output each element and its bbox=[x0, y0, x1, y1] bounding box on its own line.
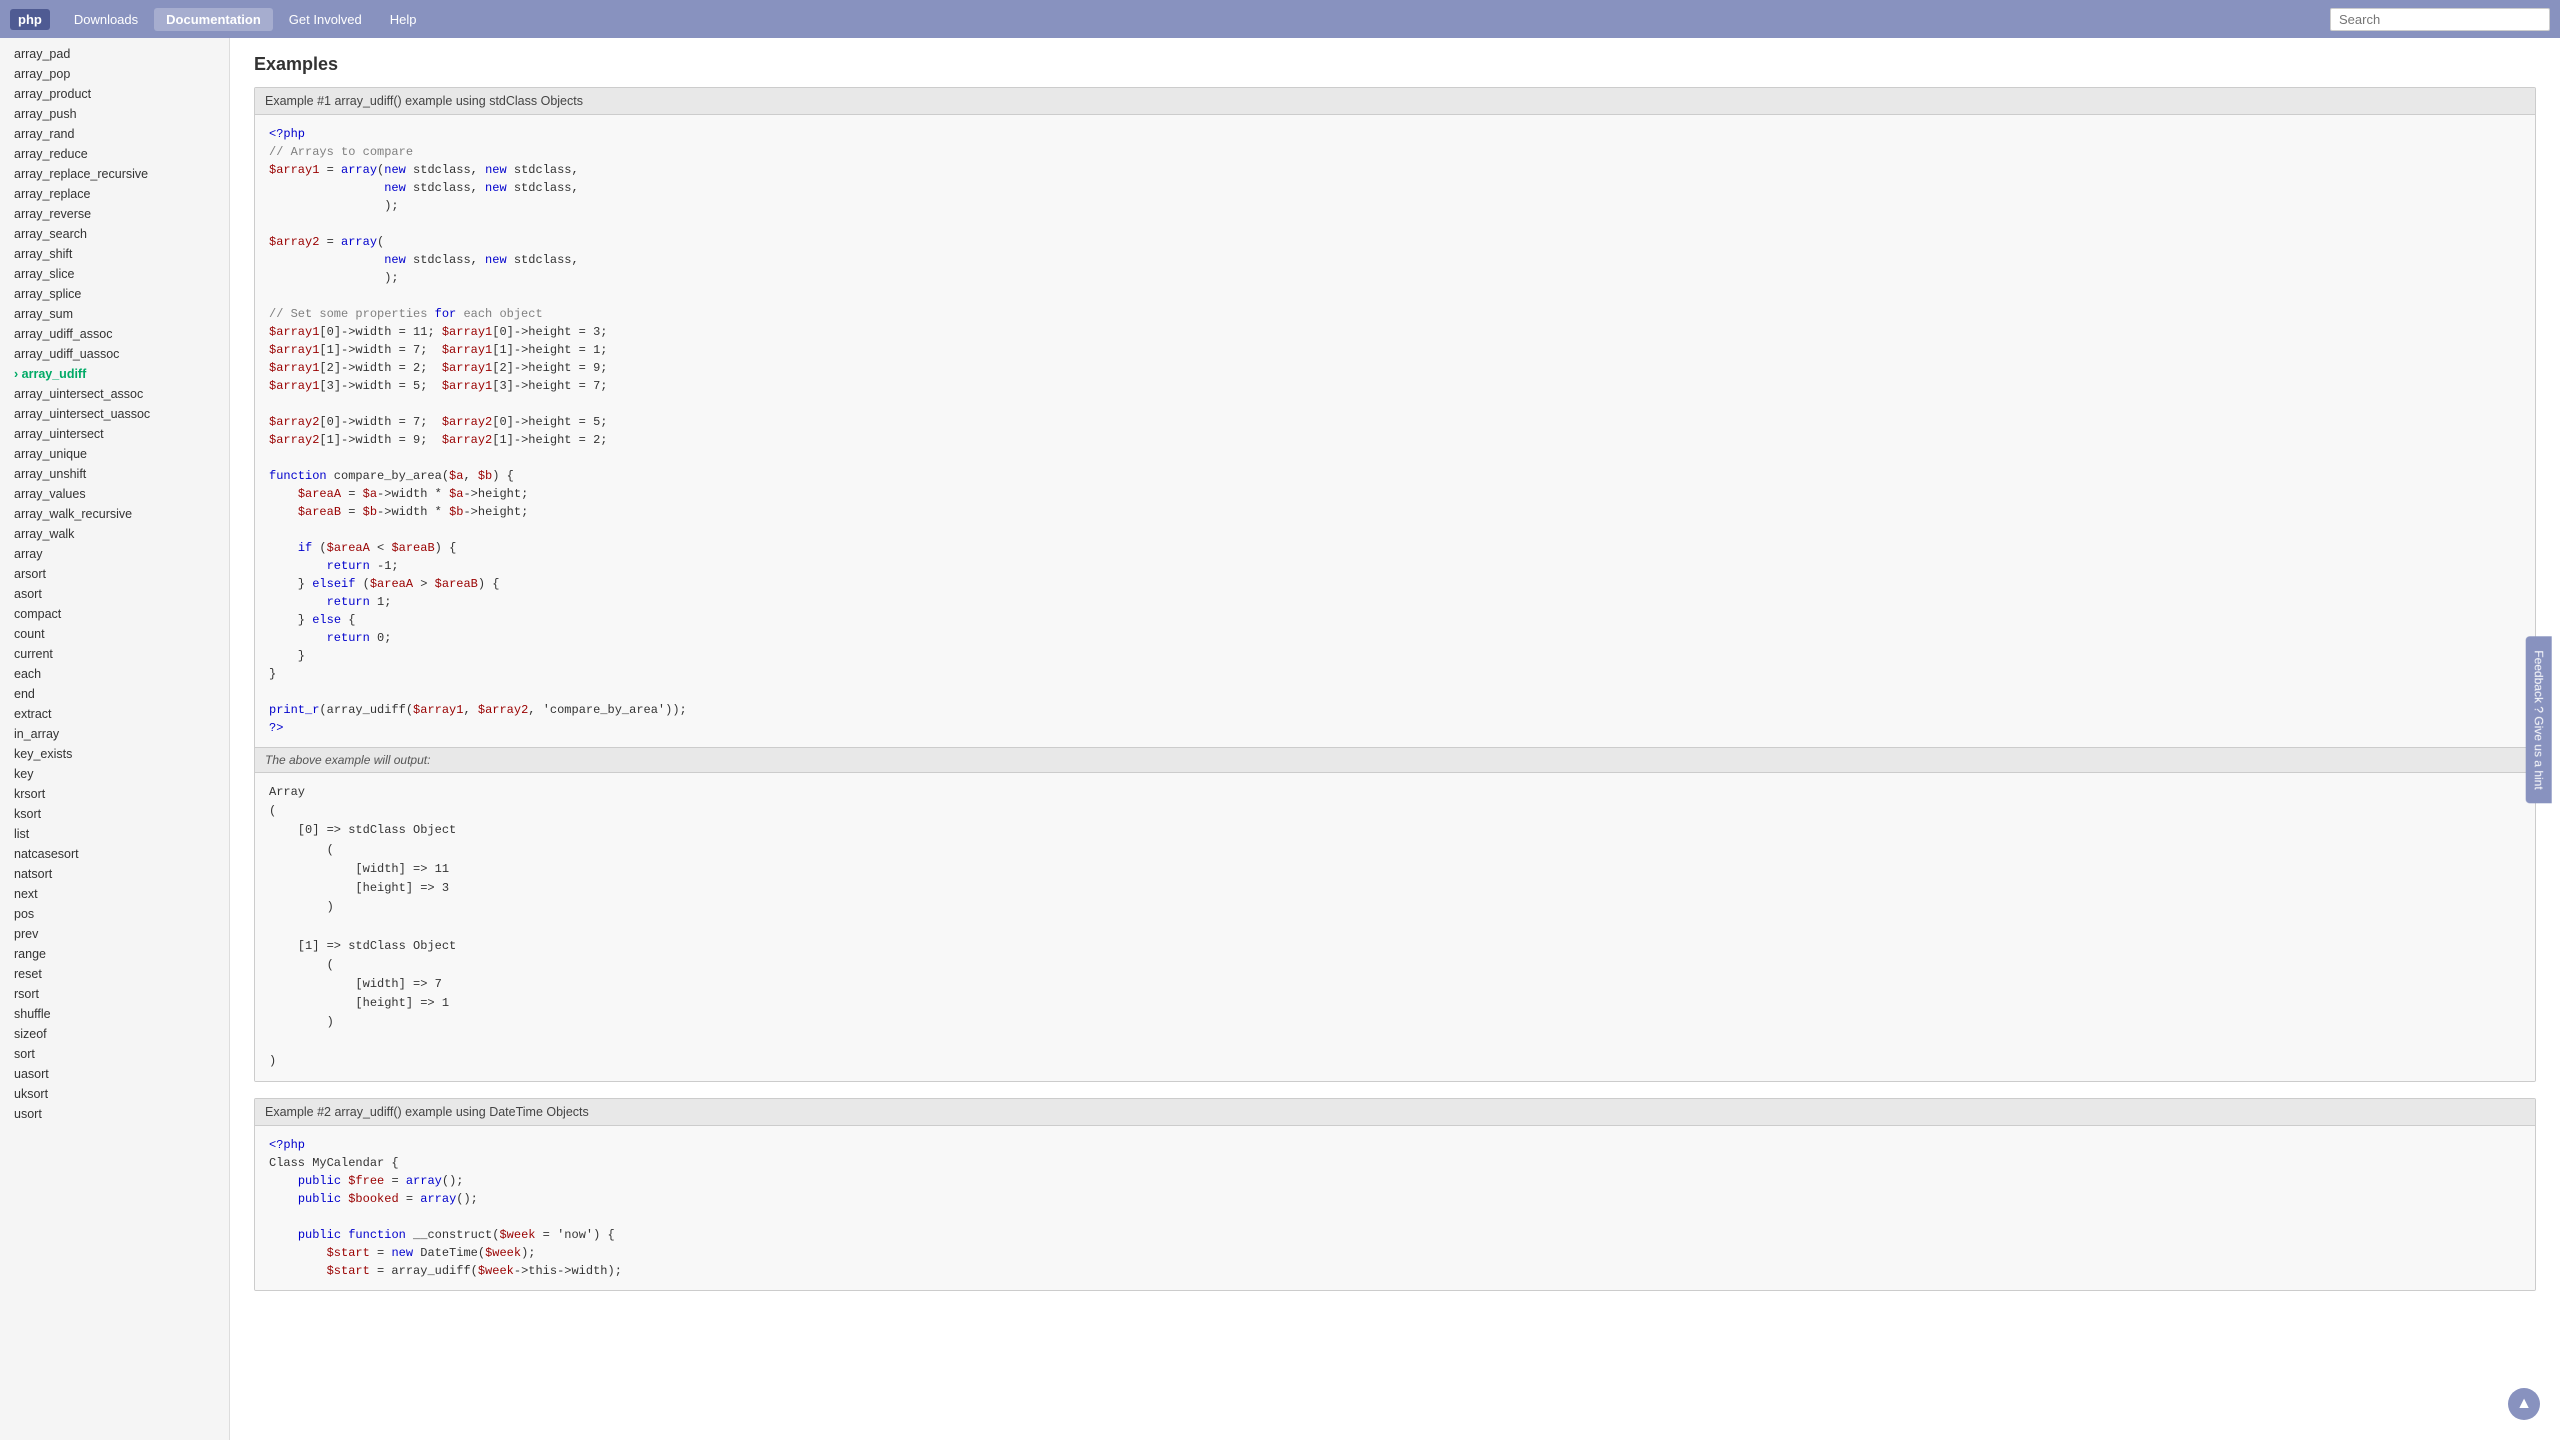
sidebar-item-array-sum[interactable]: array_sum bbox=[0, 304, 229, 324]
sidebar-item-range[interactable]: range bbox=[0, 944, 229, 964]
example-1-output: Array ( [0] => stdClass Object ( [width]… bbox=[255, 773, 2535, 1081]
sidebar-item-extract[interactable]: extract bbox=[0, 704, 229, 724]
sidebar-item-usort[interactable]: usort bbox=[0, 1104, 229, 1124]
example-box-2: Example #2 array_udiff() example using D… bbox=[254, 1098, 2536, 1291]
sidebar-item-array-unshift[interactable]: array_unshift bbox=[0, 464, 229, 484]
sidebar-item-key-exists[interactable]: key_exists bbox=[0, 744, 229, 764]
sidebar-item-compact[interactable]: compact bbox=[0, 604, 229, 624]
sidebar-item-array-push[interactable]: array_push bbox=[0, 104, 229, 124]
nav-downloads[interactable]: Downloads bbox=[62, 8, 150, 31]
sidebar-item-in-array[interactable]: in_array bbox=[0, 724, 229, 744]
sidebar-item-array-search[interactable]: array_search bbox=[0, 224, 229, 244]
sidebar: array_padarray_poparray_productarray_pus… bbox=[0, 38, 230, 1440]
sidebar-item-array-udiff-uassoc[interactable]: array_udiff_uassoc bbox=[0, 344, 229, 364]
sidebar-item-array-udiff[interactable]: array_udiff bbox=[0, 364, 229, 384]
sidebar-item-end[interactable]: end bbox=[0, 684, 229, 704]
sidebar-item-array-shift[interactable]: array_shift bbox=[0, 244, 229, 264]
sidebar-item-array-values[interactable]: array_values bbox=[0, 484, 229, 504]
sidebar-item-array-pop[interactable]: array_pop bbox=[0, 64, 229, 84]
sidebar-item-count[interactable]: count bbox=[0, 624, 229, 644]
sidebar-item-rsort[interactable]: rsort bbox=[0, 984, 229, 1004]
example-box-1: Example #1 array_udiff() example using s… bbox=[254, 87, 2536, 1082]
sidebar-item-current[interactable]: current bbox=[0, 644, 229, 664]
sidebar-item-arsort[interactable]: arsort bbox=[0, 564, 229, 584]
sidebar-item-each[interactable]: each bbox=[0, 664, 229, 684]
sidebar-item-key[interactable]: key bbox=[0, 764, 229, 784]
sidebar-item-array-walk-recursive[interactable]: array_walk_recursive bbox=[0, 504, 229, 524]
sidebar-item-ksort[interactable]: ksort bbox=[0, 804, 229, 824]
sidebar-item-array-slice[interactable]: array_slice bbox=[0, 264, 229, 284]
example-1-output-label: The above example will output: bbox=[255, 747, 2535, 773]
main-content: Examples Example #1 array_udiff() exampl… bbox=[230, 38, 2560, 1440]
nav-get-involved[interactable]: Get Involved bbox=[277, 8, 374, 31]
sidebar-item-pos[interactable]: pos bbox=[0, 904, 229, 924]
sidebar-item-array-udiff-assoc[interactable]: array_udiff_assoc bbox=[0, 324, 229, 344]
sidebar-item-array-walk[interactable]: array_walk bbox=[0, 524, 229, 544]
section-title: Examples bbox=[254, 54, 2536, 75]
sidebar-item-array-reverse[interactable]: array_reverse bbox=[0, 204, 229, 224]
php-logo[interactable]: php bbox=[10, 9, 50, 30]
sidebar-item-natcasesort[interactable]: natcasesort bbox=[0, 844, 229, 864]
example-1-code: <?php // Arrays to compare $array1 = arr… bbox=[255, 115, 2535, 747]
sidebar-item-shuffle[interactable]: shuffle bbox=[0, 1004, 229, 1024]
sidebar-item-array-uintersect-uassoc[interactable]: array_uintersect_uassoc bbox=[0, 404, 229, 424]
sidebar-item-prev[interactable]: prev bbox=[0, 924, 229, 944]
sidebar-item-uksort[interactable]: uksort bbox=[0, 1084, 229, 1104]
sidebar-item-array-pad[interactable]: array_pad bbox=[0, 44, 229, 64]
sidebar-item-uasort[interactable]: uasort bbox=[0, 1064, 229, 1084]
sidebar-item-array-uintersect[interactable]: array_uintersect bbox=[0, 424, 229, 444]
example-2-title: Example #2 array_udiff() example using D… bbox=[255, 1099, 2535, 1126]
sidebar-item-sizeof[interactable]: sizeof bbox=[0, 1024, 229, 1044]
sidebar-item-array-uintersect-assoc[interactable]: array_uintersect_assoc bbox=[0, 384, 229, 404]
sidebar-item-array-splice[interactable]: array_splice bbox=[0, 284, 229, 304]
sidebar-item-list[interactable]: list bbox=[0, 824, 229, 844]
nav-documentation[interactable]: Documentation bbox=[154, 8, 273, 31]
sidebar-item-asort[interactable]: asort bbox=[0, 584, 229, 604]
search-input[interactable] bbox=[2330, 8, 2550, 31]
sidebar-item-array-reduce[interactable]: array_reduce bbox=[0, 144, 229, 164]
sidebar-item-sort[interactable]: sort bbox=[0, 1044, 229, 1064]
sidebar-item-array-replace-recursive[interactable]: array_replace_recursive bbox=[0, 164, 229, 184]
sidebar-item-reset[interactable]: reset bbox=[0, 964, 229, 984]
sidebar-item-natsort[interactable]: natsort bbox=[0, 864, 229, 884]
scroll-to-top-button[interactable]: ▲ bbox=[2508, 1388, 2540, 1420]
sidebar-item-next[interactable]: next bbox=[0, 884, 229, 904]
feedback-tab[interactable]: Feedback ? Give us a hint bbox=[2525, 636, 2551, 803]
example-1-title: Example #1 array_udiff() example using s… bbox=[255, 88, 2535, 115]
nav-help[interactable]: Help bbox=[378, 8, 429, 31]
example-2-code: <?php Class MyCalendar { public $free = … bbox=[255, 1126, 2535, 1290]
sidebar-item-array-replace[interactable]: array_replace bbox=[0, 184, 229, 204]
sidebar-item-array[interactable]: array bbox=[0, 544, 229, 564]
top-navigation: php Downloads Documentation Get Involved… bbox=[0, 0, 2560, 38]
sidebar-item-krsort[interactable]: krsort bbox=[0, 784, 229, 804]
sidebar-item-array-product[interactable]: array_product bbox=[0, 84, 229, 104]
sidebar-item-array-unique[interactable]: array_unique bbox=[0, 444, 229, 464]
sidebar-item-array-rand[interactable]: array_rand bbox=[0, 124, 229, 144]
